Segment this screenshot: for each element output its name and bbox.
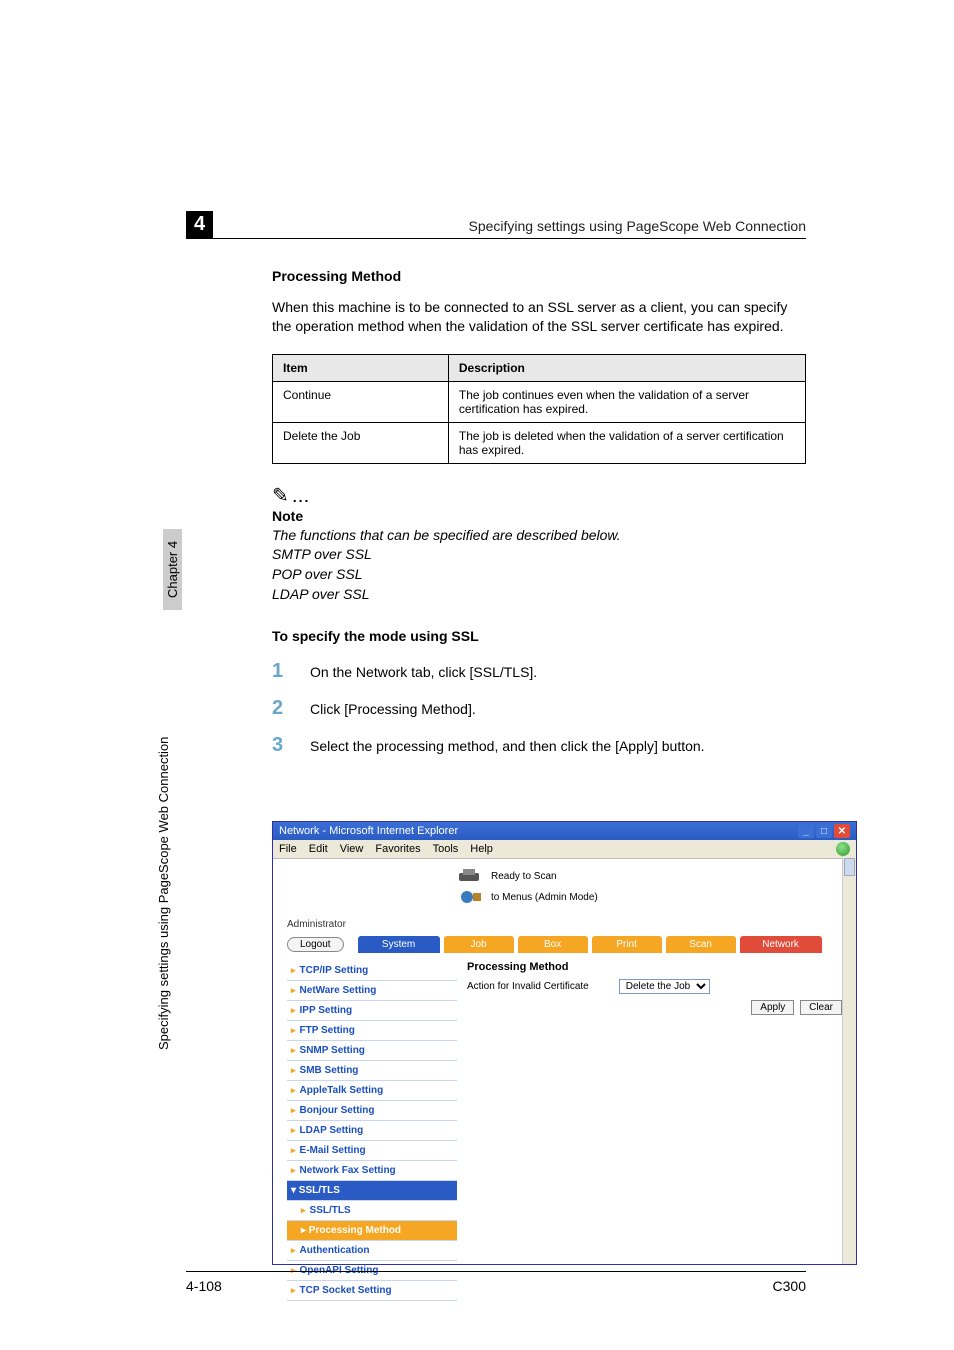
apply-button[interactable]: Apply: [751, 1000, 794, 1015]
sidebar-item-network-fax-setting[interactable]: Network Fax Setting: [287, 1161, 457, 1181]
browser-menubar: File Edit View Favorites Tools Help: [273, 840, 856, 859]
admin-label: Administrator: [287, 919, 856, 930]
table-cell: The job is deleted when the validation o…: [448, 422, 805, 463]
processing-method-table: Item Description Continue The job contin…: [272, 354, 806, 464]
tab-system[interactable]: System: [358, 936, 440, 953]
ready-label: Ready to Scan: [491, 871, 557, 882]
minimize-button[interactable]: _: [798, 824, 814, 838]
tab-scan[interactable]: Scan: [666, 936, 736, 953]
status-ready: Ready to Scan: [457, 869, 557, 883]
step-2: 2 Click [Processing Method].: [272, 697, 806, 720]
menu-help[interactable]: Help: [470, 843, 493, 855]
note-icon: ✎...: [272, 486, 806, 506]
scrollbar[interactable]: [842, 856, 856, 1264]
step-text: Select the processing method, and then c…: [310, 734, 705, 754]
sidebar-item-appletalk-setting[interactable]: AppleTalk Setting: [287, 1081, 457, 1101]
window-titlebar: Network - Microsoft Internet Explorer _ …: [273, 822, 856, 840]
note-text: The functions that can be specified are …: [272, 526, 806, 604]
page-number: 4-108: [186, 1278, 222, 1294]
content-panel: Processing Method Action for Invalid Cer…: [467, 961, 842, 1301]
sidebar-item-bonjour-setting[interactable]: Bonjour Setting: [287, 1101, 457, 1121]
note-line: LDAP over SSL: [272, 585, 806, 605]
sidebar-item-smb-setting[interactable]: SMB Setting: [287, 1061, 457, 1081]
sidebar-item-tcp-ip-setting[interactable]: TCP/IP Setting: [287, 961, 457, 981]
menu-view[interactable]: View: [340, 843, 364, 855]
step-text: On the Network tab, click [SSL/TLS].: [310, 660, 537, 680]
window-title: Network - Microsoft Internet Explorer: [279, 825, 458, 837]
sidebar-item-ssl-tls[interactable]: SSL/TLS: [287, 1201, 457, 1221]
tab-network[interactable]: Network: [740, 936, 822, 953]
scrollbar-thumb[interactable]: [844, 858, 855, 876]
note-line: POP over SSL: [272, 565, 806, 585]
menu-favorites[interactable]: Favorites: [375, 843, 420, 855]
side-chapter-tab: Chapter 4: [163, 529, 182, 610]
subsection-heading: To specify the mode using SSL: [272, 628, 806, 644]
content-heading: Processing Method: [467, 961, 842, 973]
intro-paragraph: When this machine is to be connected to …: [272, 298, 806, 336]
sidebar-item-e-mail-setting[interactable]: E-Mail Setting: [287, 1141, 457, 1161]
status-menus[interactable]: to Menus (Admin Mode): [457, 890, 598, 904]
step-number: 1: [272, 660, 310, 683]
browser-window: Network - Microsoft Internet Explorer _ …: [272, 821, 857, 1265]
chapter-number-badge: 4: [186, 211, 213, 238]
step-3: 3 Select the processing method, and then…: [272, 734, 806, 757]
step-1: 1 On the Network tab, click [SSL/TLS].: [272, 660, 806, 683]
step-number: 2: [272, 697, 310, 720]
row-label: Action for Invalid Certificate: [467, 981, 589, 992]
sidebar-item-snmp-setting[interactable]: SNMP Setting: [287, 1041, 457, 1061]
ie-throbber-icon: [836, 842, 850, 856]
table-header-item: Item: [273, 354, 449, 381]
table-header-description: Description: [448, 354, 805, 381]
logout-button[interactable]: Logout: [287, 937, 344, 952]
section-heading: Processing Method: [272, 268, 806, 284]
menu-file[interactable]: File: [279, 843, 297, 855]
sidebar: TCP/IP SettingNetWare SettingIPP Setting…: [287, 961, 457, 1301]
table-cell: Delete the Job: [273, 422, 449, 463]
sidebar-item-processing-method[interactable]: ▸ Processing Method: [287, 1221, 457, 1241]
note-line: SMTP over SSL: [272, 545, 806, 565]
action-select[interactable]: Delete the Job: [619, 979, 710, 994]
tab-box[interactable]: Box: [518, 936, 588, 953]
globe-icon: [457, 890, 485, 904]
tab-print[interactable]: Print: [592, 936, 662, 953]
table-cell: The job continues even when the validati…: [448, 381, 805, 422]
close-button[interactable]: ✕: [834, 824, 850, 838]
table-cell: Continue: [273, 381, 449, 422]
clear-button[interactable]: Clear: [800, 1000, 842, 1015]
maximize-button[interactable]: □: [816, 824, 832, 838]
menu-edit[interactable]: Edit: [309, 843, 328, 855]
step-number: 3: [272, 734, 310, 757]
sidebar-item-netware-setting[interactable]: NetWare Setting: [287, 981, 457, 1001]
model-label: C300: [773, 1278, 806, 1294]
table-row: Continue The job continues even when the…: [273, 381, 806, 422]
menus-label: to Menus (Admin Mode): [491, 892, 598, 903]
sidebar-item-ftp-setting[interactable]: FTP Setting: [287, 1021, 457, 1041]
step-text: Click [Processing Method].: [310, 697, 476, 717]
note-label: Note: [272, 508, 806, 524]
sidebar-item-ldap-setting[interactable]: LDAP Setting: [287, 1121, 457, 1141]
footer-rule: [186, 1271, 806, 1272]
sidebar-item-ssl-tls[interactable]: ▾ SSL/TLS: [287, 1181, 457, 1201]
menu-tools[interactable]: Tools: [433, 843, 459, 855]
sidebar-item-authentication[interactable]: Authentication: [287, 1241, 457, 1261]
tab-job[interactable]: Job: [444, 936, 514, 953]
header-rule: [186, 238, 806, 239]
side-caption: Specifying settings using PageScope Web …: [156, 737, 171, 1050]
table-row: Delete the Job The job is deleted when t…: [273, 422, 806, 463]
sidebar-item-ipp-setting[interactable]: IPP Setting: [287, 1001, 457, 1021]
header-title: Specifying settings using PageScope Web …: [468, 218, 806, 234]
printer-icon: [457, 869, 485, 883]
note-line: The functions that can be specified are …: [272, 526, 806, 546]
